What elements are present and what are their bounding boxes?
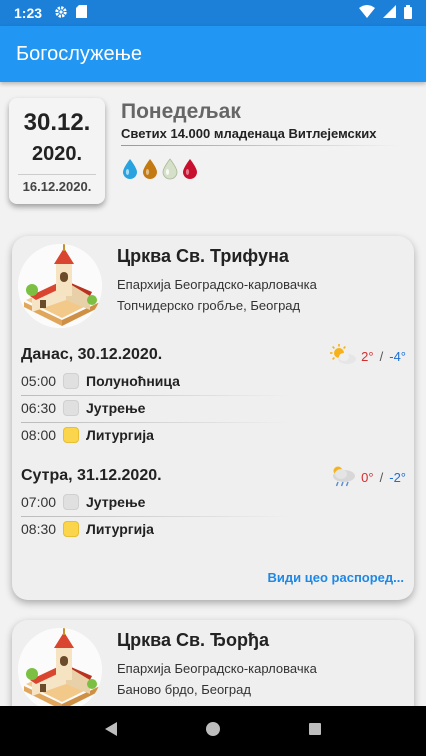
- weekday-label: Понедељак: [121, 100, 241, 123]
- service-divider: [21, 395, 291, 396]
- service-time: 08:00: [21, 427, 57, 443]
- status-time: 1:23: [14, 5, 43, 21]
- sun-cloud-icon: [329, 344, 357, 369]
- service-time: 06:30: [21, 400, 57, 416]
- wine-drop-icon: [181, 158, 199, 185]
- gear-icon: [54, 5, 68, 22]
- church-location: Топчидерско гробље, Београд: [117, 298, 301, 313]
- service-time: 07:00: [21, 494, 57, 510]
- battery-icon: [404, 4, 412, 22]
- service-name: Полуноћница: [86, 373, 180, 389]
- temp-high: 0°: [361, 470, 374, 485]
- service-row[interactable]: 07:00 Јутрење: [21, 494, 145, 510]
- signal-icon: [383, 5, 396, 21]
- old-calendar-date: 16.12.2020.: [22, 179, 92, 194]
- service-time: 08:30: [21, 521, 57, 537]
- service-name: Литургија: [86, 521, 154, 537]
- temp-low: -2°: [389, 470, 406, 485]
- service-type-marker: [63, 427, 79, 443]
- date-day-month: 30.12.: [23, 109, 91, 136]
- date-card[interactable]: 30.12. 2020. 16.12.2020.: [9, 98, 105, 204]
- home-icon[interactable]: [205, 721, 221, 742]
- service-type-marker: [63, 494, 79, 510]
- service-row[interactable]: 08:30 Литургија: [21, 521, 154, 537]
- weather-today: 2° / -4°: [329, 344, 406, 369]
- rain-cloud-icon: [329, 464, 357, 491]
- oil-drop-icon: [141, 158, 159, 185]
- service-row[interactable]: 08:00 Литургија: [21, 427, 154, 443]
- church-icon: [18, 628, 102, 706]
- saint-divider: [121, 145, 401, 146]
- temp-low: -4°: [389, 349, 406, 364]
- service-type-marker: [63, 400, 79, 416]
- status-bar: 1:23: [0, 0, 426, 26]
- service-row[interactable]: 06:30 Јутрење: [21, 400, 145, 416]
- service-name: Литургија: [86, 427, 154, 443]
- recents-icon[interactable]: [307, 721, 323, 742]
- weather-tomorrow: 0° / -2°: [329, 464, 406, 491]
- service-time: 05:00: [21, 373, 57, 389]
- milk-drop-icon: [161, 158, 179, 185]
- service-type-marker: [63, 373, 79, 389]
- app-bar: Богослужење: [0, 26, 426, 82]
- church-location: Баново брдо, Београд: [117, 682, 251, 697]
- service-name: Јутрење: [86, 400, 146, 416]
- temp-separator: /: [379, 470, 384, 485]
- service-divider: [21, 516, 291, 517]
- sd-card-icon: [76, 5, 88, 21]
- saint-of-day: Светих 14.000 младенаца Витлејемских: [121, 126, 377, 141]
- church-eparchy: Епархија Београдско-карловачка: [117, 277, 317, 292]
- service-row[interactable]: 05:00 Полуноћница: [21, 373, 180, 389]
- wifi-icon: [359, 5, 375, 21]
- church-name: Црква Св. Трифуна: [117, 246, 289, 266]
- water-drop-icon: [121, 158, 139, 185]
- app-title: Богослужење: [16, 42, 142, 65]
- temp-high: 2°: [361, 349, 374, 364]
- church-card[interactable]: Црква Св. Ђорђа Епархија Београдско-карл…: [12, 620, 414, 706]
- service-divider: [21, 422, 291, 423]
- content-scroll[interactable]: 30.12. 2020. 16.12.2020. Понедељак Свети…: [0, 82, 426, 706]
- service-type-marker: [63, 521, 79, 537]
- date-divider: [18, 174, 96, 175]
- church-eparchy: Епархија Београдско-карловачка: [117, 661, 317, 676]
- church-icon: [18, 244, 102, 328]
- system-nav-bar: [0, 706, 426, 756]
- service-name: Јутрење: [86, 494, 146, 510]
- church-name: Црква Св. Ђорђа: [117, 630, 269, 650]
- back-icon[interactable]: [103, 721, 119, 742]
- day-heading-tomorrow: Сутра, 31.12.2020.: [21, 467, 162, 484]
- fasting-drops: [121, 158, 199, 185]
- date-year: 2020.: [31, 143, 83, 165]
- temp-separator: /: [379, 349, 384, 364]
- see-full-schedule-link[interactable]: Види цео распоред...: [268, 570, 404, 585]
- day-heading-today: Данас, 30.12.2020.: [21, 346, 163, 363]
- church-card[interactable]: Црква Св. Трифуна Епархија Београдско-ка…: [12, 236, 414, 600]
